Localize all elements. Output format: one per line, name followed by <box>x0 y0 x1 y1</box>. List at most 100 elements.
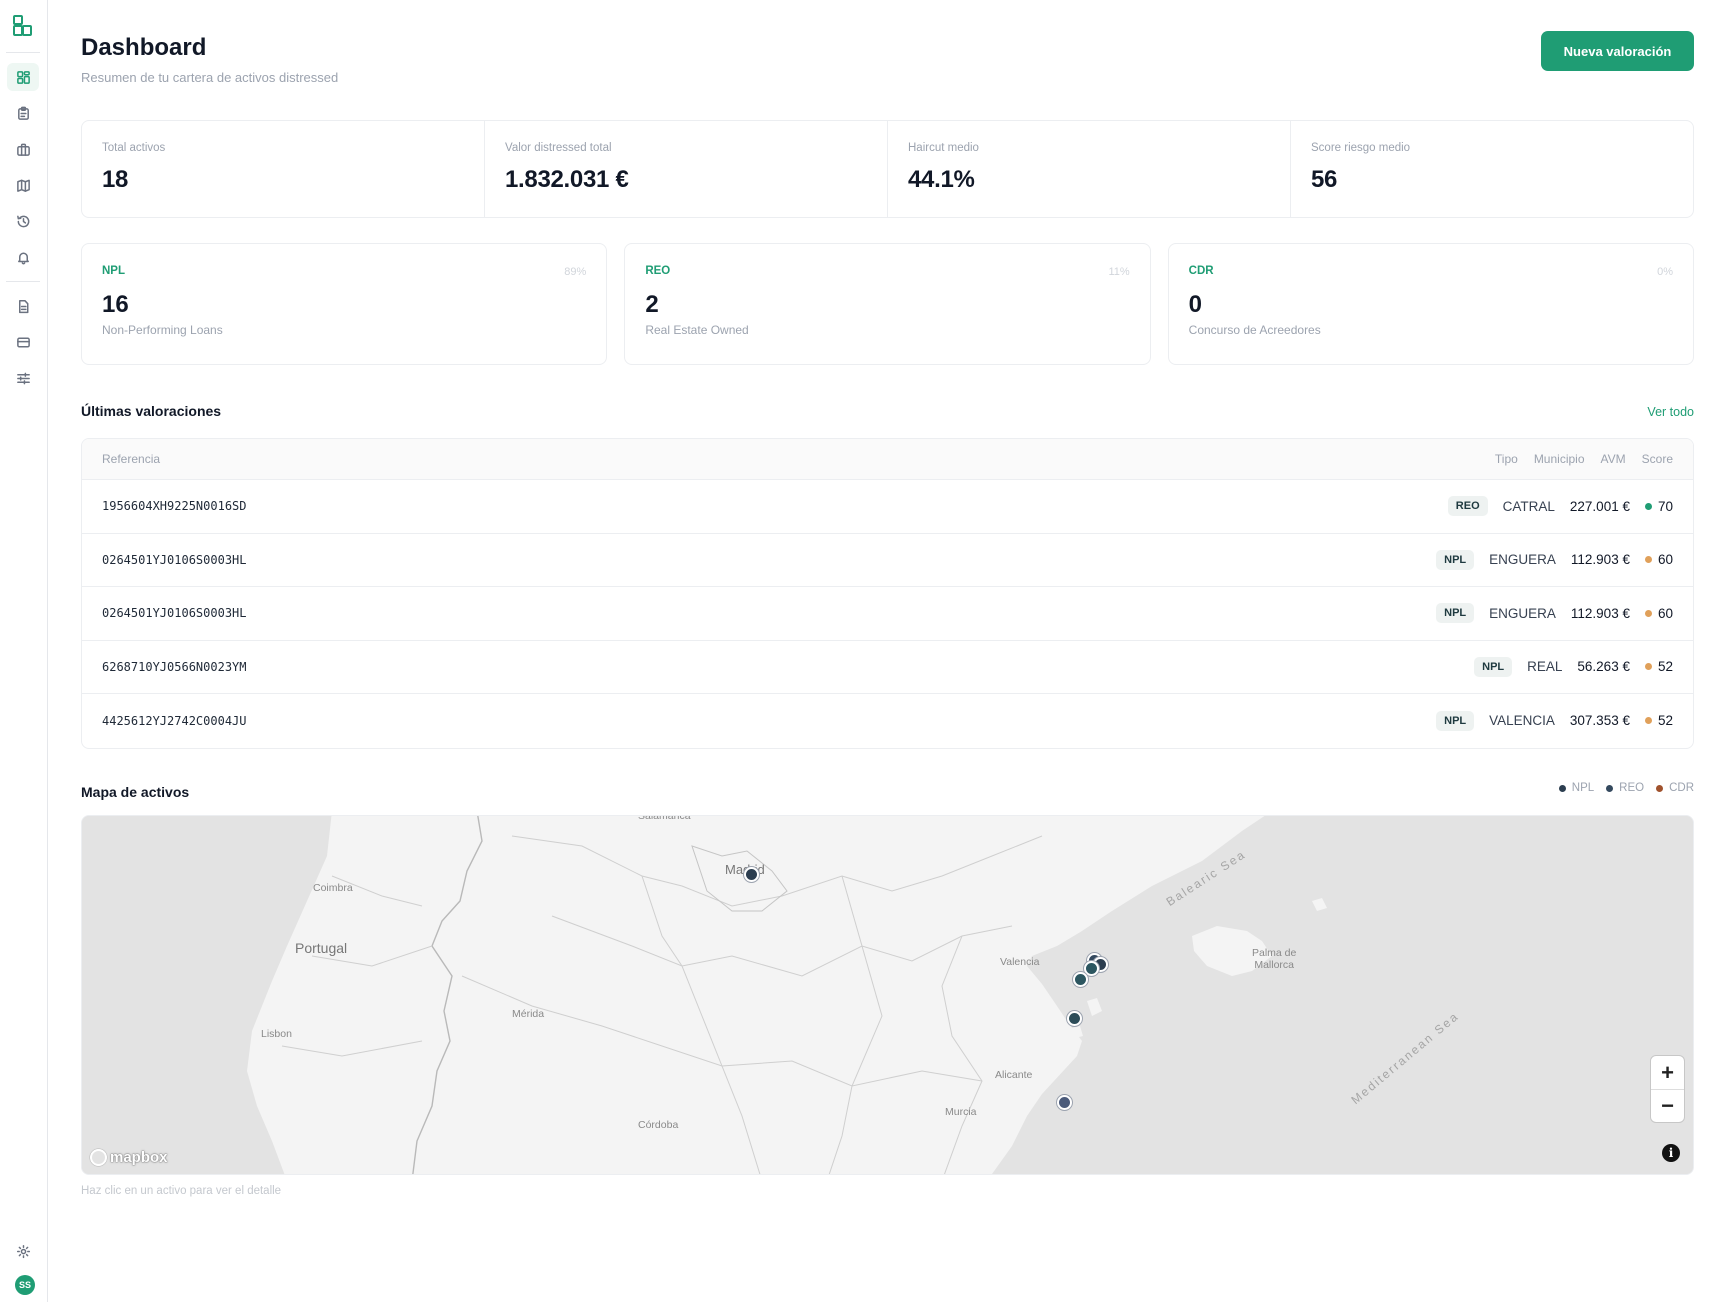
cell-municipality: CATRAL <box>1502 498 1555 514</box>
column-avm: AVM <box>1600 452 1626 466</box>
column-municipality: Municipio <box>1533 452 1585 466</box>
map-label-lisbon: Lisbon <box>261 1028 292 1040</box>
table-header: Referencia Tipo Municipio AVM Score <box>82 439 1693 480</box>
kpi-summary: Total activos 18 Valor distressed total … <box>81 120 1694 218</box>
score-dot <box>1644 609 1652 617</box>
cell-municipality: ENGUERA <box>1489 605 1556 621</box>
asset-type-card-reo[interactable]: REO 11% 2 Real Estate Owned <box>624 243 1151 365</box>
asset-type-code: CDR <box>1188 265 1214 277</box>
table-row[interactable]: 0264501YJ0106S0003HL NPL ENGUERA 112.903 € 6… <box>82 534 1693 587</box>
legend-item-npl: NPL <box>1558 782 1594 794</box>
cell-municipality: REAL <box>1527 659 1563 675</box>
legend-item-cdr: CDR <box>1656 782 1694 794</box>
asset-type-percent: 11% <box>1108 266 1130 278</box>
clipboard-icon <box>17 106 29 120</box>
legend-dot <box>1606 784 1614 792</box>
new-valuation-button[interactable]: Nueva valoración <box>1541 31 1694 71</box>
cell-reference: 0264501YJ0106S0003HL <box>102 552 247 567</box>
briefcase-icon <box>16 143 30 156</box>
assets-map[interactable]: Salamanca Coimbra Portugal Lisbon Mérida… <box>81 815 1694 1175</box>
bell-icon <box>17 252 29 264</box>
kpi-value: 56 <box>1311 166 1338 193</box>
asset-type-card-cdr[interactable]: CDR 0% 0 Concurso de Acreedores <box>1167 243 1694 365</box>
mapbox-logo[interactable]: mapbox <box>90 1149 168 1166</box>
legend-item-reo: REO <box>1606 782 1644 794</box>
cell-score: 52 <box>1644 713 1673 728</box>
sidebar: SS <box>0 0 48 1302</box>
score-dot <box>1644 502 1652 510</box>
type-badge: NPL <box>1474 656 1513 677</box>
map-label-valencia: Valencia <box>1000 956 1040 968</box>
map-marker[interactable] <box>1073 972 1088 987</box>
table-row[interactable]: 0264501YJ0106S0003HL NPL ENGUERA 112.903 € 6… <box>82 587 1693 641</box>
kpi-distressed-value: Valor distressed total 1.832.031 € <box>485 121 888 217</box>
map-label-palma: Palma de Mallorca <box>1252 947 1297 971</box>
asset-type-code: REO <box>645 265 671 277</box>
sidebar-item-map[interactable] <box>7 171 39 199</box>
kpi-risk-score: Score riesgo medio 56 <box>1291 121 1693 217</box>
page-subtitle: Resumen de tu cartera de activos distres… <box>81 70 339 85</box>
asset-type-description: Non-Performing Loans <box>102 323 223 337</box>
sidebar-item-reports[interactable] <box>7 292 39 320</box>
sidebar-item-portfolio[interactable] <box>7 135 39 163</box>
asset-type-count: 2 <box>645 291 659 318</box>
asset-type-cards: NPL 89% 16 Non-Performing Loans REO 11% … <box>81 243 1694 365</box>
map-marker[interactable] <box>1067 1011 1082 1026</box>
sidebar-divider <box>6 281 40 282</box>
sidebar-item-history[interactable] <box>7 207 39 235</box>
table-row[interactable]: 1956604XH9225N0016SD REO CATRAL 227.001 € 70 <box>82 480 1693 534</box>
column-score: Score <box>1641 452 1673 466</box>
history-icon <box>16 215 29 227</box>
legend-dot <box>1656 784 1664 792</box>
map-label-salamanca: Salamanca <box>638 815 691 822</box>
map-basemap <box>82 816 1693 1174</box>
kpi-total-assets: Total activos 18 <box>82 121 485 217</box>
cell-score: 60 <box>1644 606 1673 621</box>
asset-type-percent: 89% <box>564 266 587 278</box>
app-root: SS Dashboard Resumen de tu cartera de ac… <box>0 0 1715 1302</box>
cell-reference: 6268710YJ0566N0023YM <box>102 659 247 674</box>
cell-reference: 0264501YJ0106S0003HL <box>102 606 247 621</box>
sidebar-item-billing[interactable] <box>7 328 39 356</box>
cell-avm: 307.353 € <box>1569 713 1630 729</box>
table-row[interactable]: 4425612YJ2742C0004JU NPL VALENCIA 307.353 €… <box>82 694 1693 748</box>
page-title: Dashboard <box>81 34 207 61</box>
map-title: Mapa de activos <box>81 784 190 800</box>
map-marker[interactable] <box>1057 1095 1072 1110</box>
sidebar-item-settings-filters[interactable] <box>7 364 39 392</box>
map-label-murcia: Murcia <box>945 1106 977 1118</box>
map-zoom-controls: + − <box>1651 1056 1684 1122</box>
cell-municipality: ENGUERA <box>1489 552 1556 568</box>
table-row[interactable]: 6268710YJ0566N0023YM NPL REAL 56.263 € 52 <box>82 641 1693 694</box>
zoom-in-button[interactable]: + <box>1651 1056 1684 1089</box>
asset-type-percent: 0% <box>1657 266 1673 278</box>
cell-score: 52 <box>1644 659 1673 674</box>
see-all-link[interactable]: Ver todo <box>1647 405 1694 419</box>
legend-dot <box>1558 784 1566 792</box>
avatar[interactable]: SS <box>15 1275 35 1295</box>
valuations-table: Referencia Tipo Municipio AVM Score 1956… <box>81 438 1694 749</box>
map-label-merida: Mérida <box>512 1008 545 1020</box>
score-dot <box>1644 717 1652 725</box>
map-label-portugal: Portugal <box>295 940 348 956</box>
sidebar-item-settings[interactable] <box>7 1237 39 1265</box>
sidebar-item-valuations[interactable] <box>7 99 39 127</box>
column-reference: Referencia <box>102 452 161 466</box>
zoom-out-button[interactable]: − <box>1651 1089 1684 1122</box>
map-info-icon[interactable]: i <box>1662 1144 1680 1162</box>
cell-reference: 4425612YJ2742C0004JU <box>102 713 247 728</box>
sidebar-item-dashboard[interactable] <box>7 63 39 91</box>
cell-avm: 227.001 € <box>1569 498 1630 514</box>
map-icon <box>16 179 30 192</box>
cell-municipality: VALENCIA <box>1489 713 1555 729</box>
sidebar-divider <box>6 52 40 53</box>
asset-type-card-npl[interactable]: NPL 89% 16 Non-Performing Loans <box>81 243 608 365</box>
sidebar-item-alerts[interactable] <box>7 243 39 271</box>
column-type: Tipo <box>1494 452 1518 466</box>
map-marker[interactable] <box>744 867 759 882</box>
kpi-haircut: Haircut medio 44.1% <box>888 121 1291 217</box>
kpi-label: Score riesgo medio <box>1311 142 1411 154</box>
asset-type-count: 0 <box>1188 291 1203 318</box>
kpi-label: Haircut medio <box>908 142 979 154</box>
logo-icon[interactable] <box>12 14 34 38</box>
